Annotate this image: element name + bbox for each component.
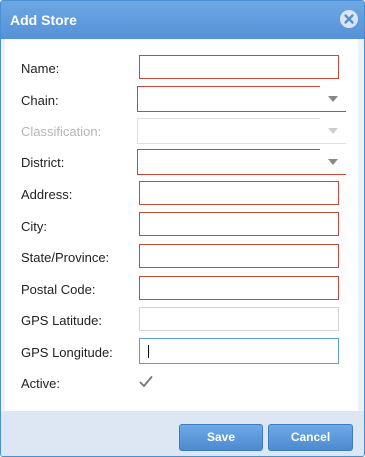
chevron-down-icon	[328, 96, 338, 102]
chevron-down-icon	[328, 128, 338, 134]
active-label: Active:	[21, 376, 61, 391]
chevron-down-icon	[328, 159, 338, 165]
dialog-titlebar: Add Store	[1, 1, 364, 39]
chain-dropdown-trigger[interactable]	[320, 86, 346, 112]
add-store-dialog: Add Store Name: Chain: Classification: D…	[0, 0, 365, 457]
classification-label: Classification:	[21, 124, 102, 139]
classification-dropdown-trigger	[320, 118, 346, 144]
district-dropdown-trigger[interactable]	[320, 149, 346, 175]
gps-latitude-label: GPS Latitude:	[21, 313, 102, 328]
name-label: Name:	[21, 61, 60, 76]
dialog-body: Name: Chain: Classification: District: A…	[5, 39, 358, 411]
city-field[interactable]	[139, 212, 339, 236]
state-province-label: State/Province:	[21, 250, 110, 265]
dialog-footer: Save Cancel	[1, 411, 364, 456]
gps-longitude-label: GPS Longitude:	[21, 345, 113, 360]
close-icon[interactable]	[340, 10, 358, 28]
postal-code-label: Postal Code:	[21, 282, 96, 297]
chain-select[interactable]	[137, 86, 346, 112]
name-field[interactable]	[139, 55, 339, 79]
save-button[interactable]: Save	[179, 424, 263, 451]
chain-select-field[interactable]	[137, 86, 320, 112]
district-select[interactable]	[137, 149, 346, 175]
city-label: City:	[21, 219, 47, 234]
classification-select	[137, 118, 346, 144]
address-field[interactable]	[139, 181, 339, 205]
checkmark-icon	[139, 376, 153, 387]
gps-longitude-field[interactable]	[139, 338, 339, 364]
district-select-field[interactable]	[137, 149, 320, 175]
postal-code-field[interactable]	[139, 276, 339, 300]
gps-latitude-field[interactable]	[139, 307, 339, 331]
state-province-field[interactable]	[139, 244, 339, 268]
active-checkbox[interactable]	[139, 375, 153, 389]
text-cursor	[148, 345, 149, 358]
dialog-title: Add Store	[10, 12, 77, 28]
district-label: District:	[21, 155, 65, 170]
chain-label: Chain:	[21, 93, 59, 108]
classification-select-field	[137, 118, 320, 144]
cancel-button[interactable]: Cancel	[268, 424, 353, 451]
address-label: Address:	[21, 187, 73, 202]
